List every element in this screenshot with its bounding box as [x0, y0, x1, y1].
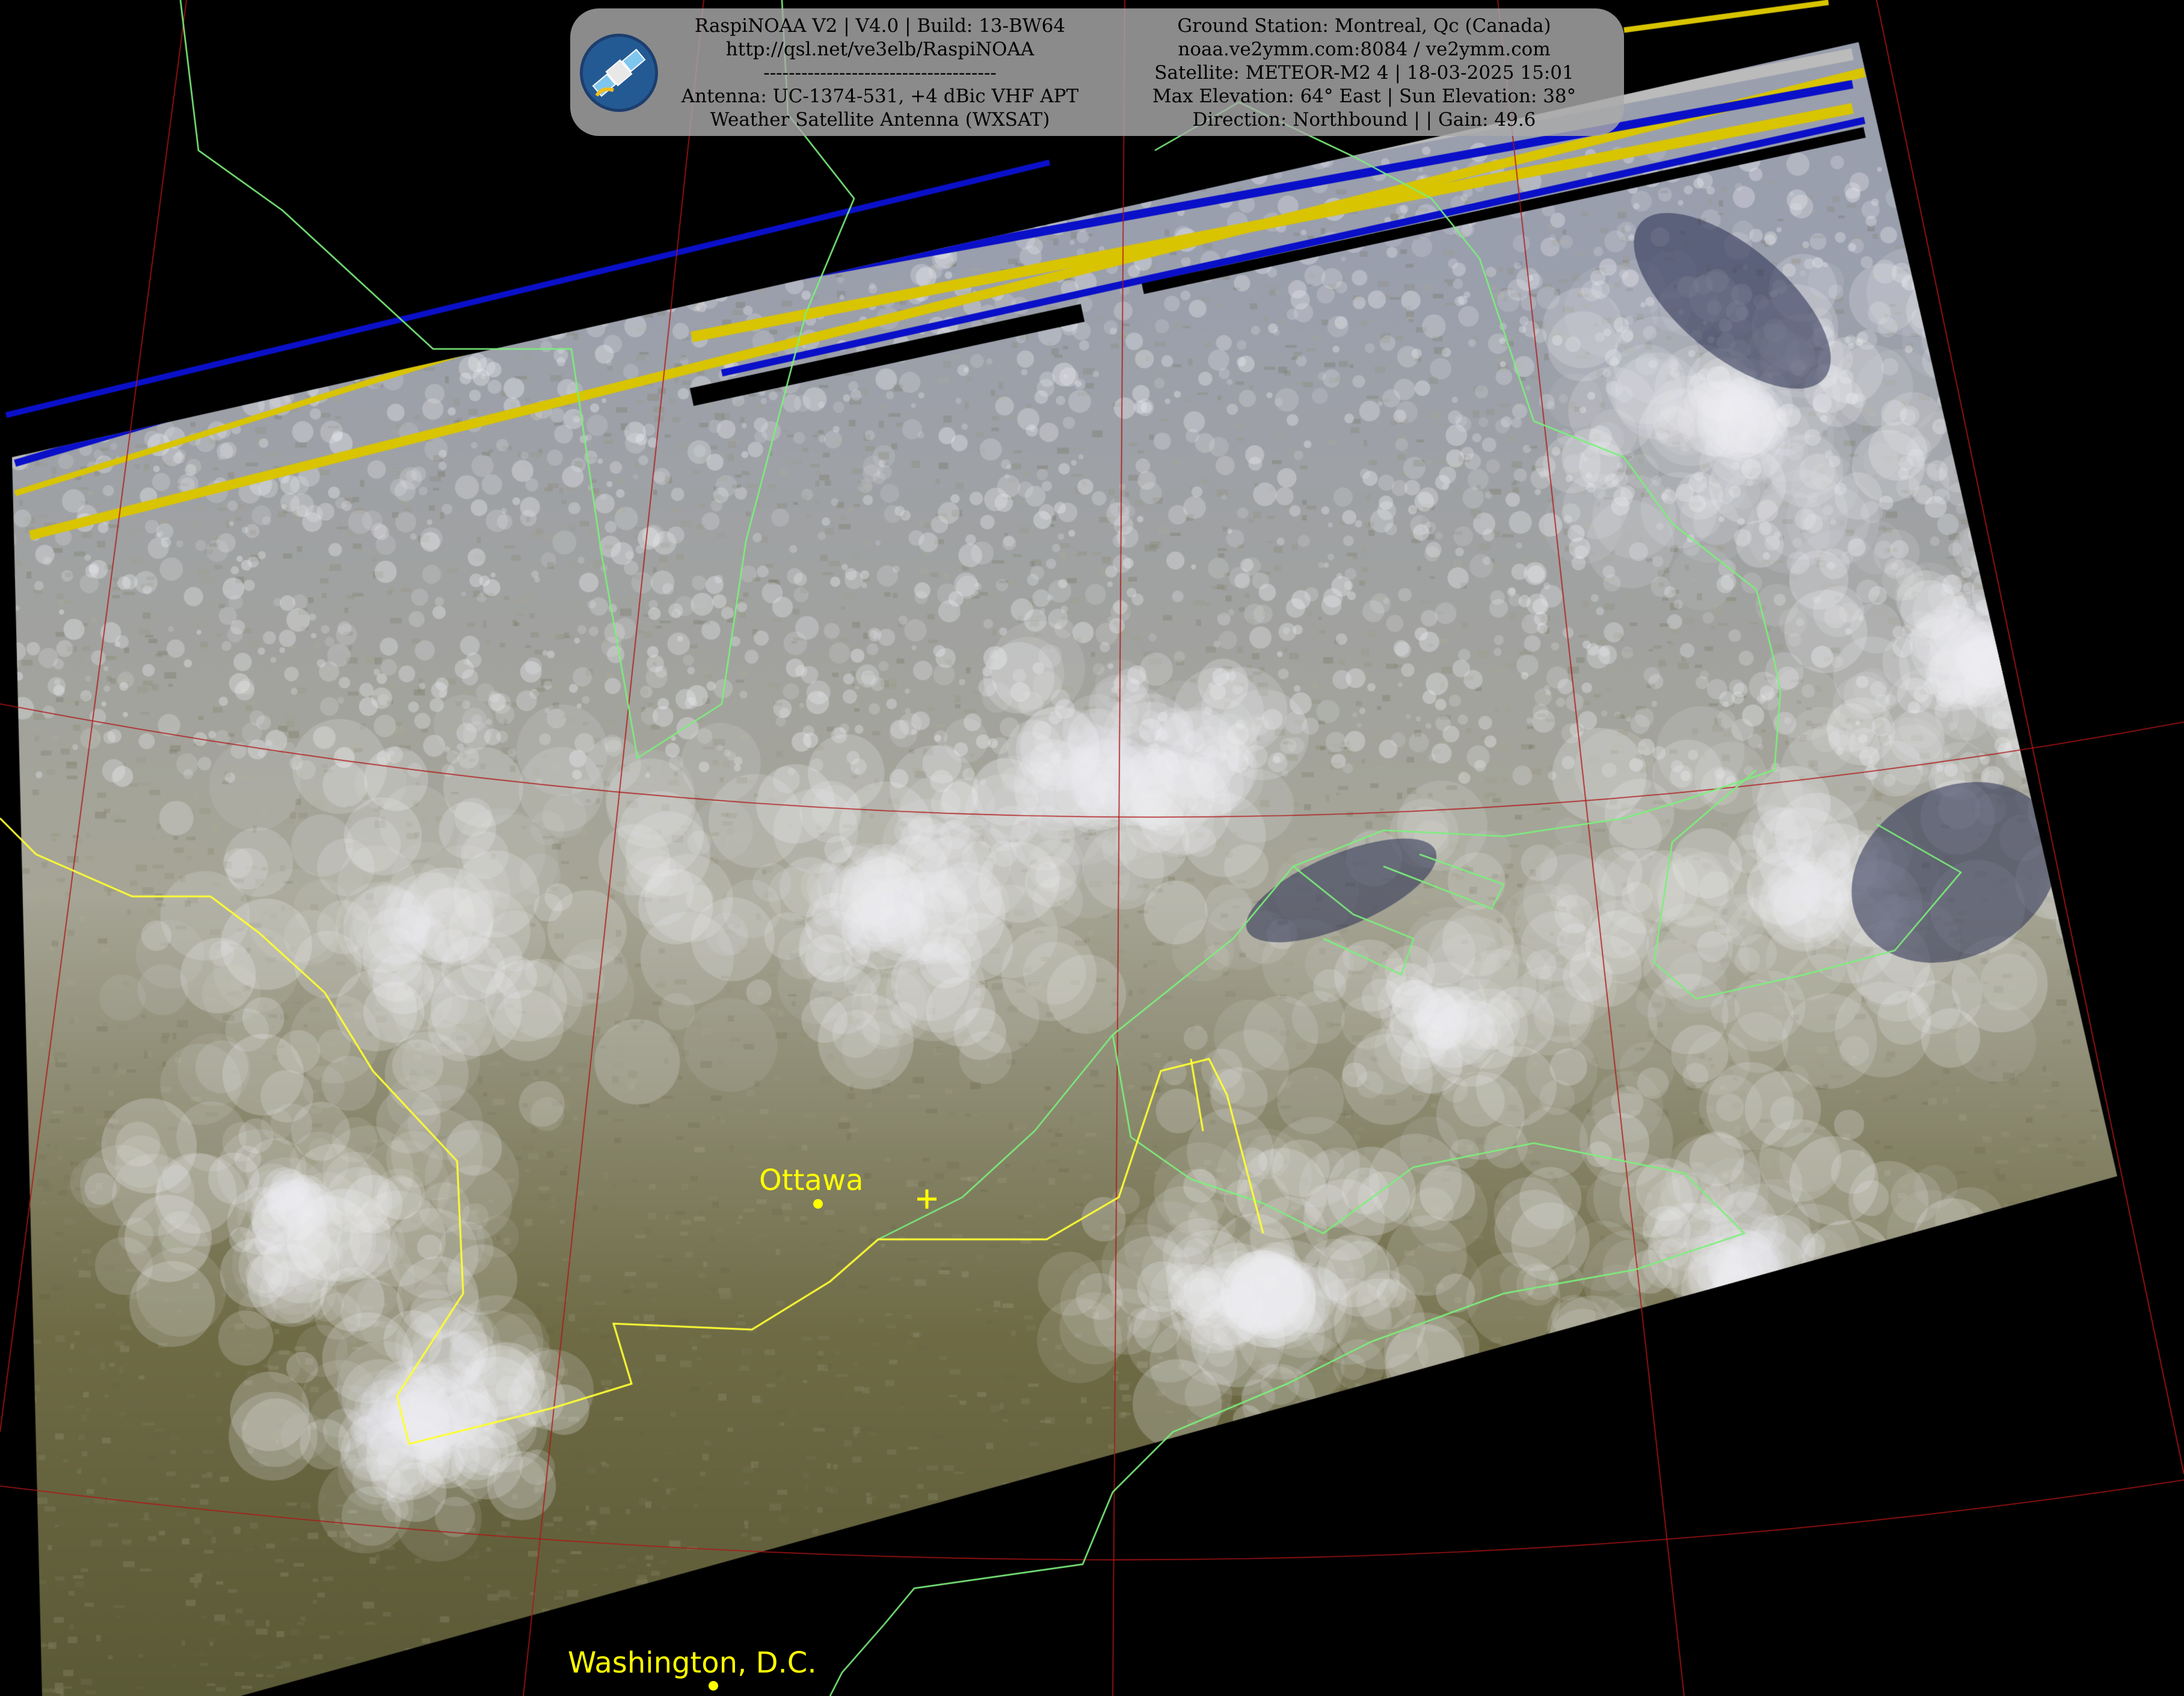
satellite-icon: [580, 34, 658, 112]
header-left-line: Antenna: UC-1374-531, +4 dBic VHF APT: [681, 85, 1079, 107]
header-right-line: Direction: Northbound | | Gain: 49.6: [1192, 109, 1536, 131]
city-label-ottawa: Ottawa: [759, 1164, 864, 1197]
city-dot-ottawa: [813, 1199, 823, 1209]
header-left-column: RaspiNOAA V2 | V4.0 | Build: 13-BW64 htt…: [654, 14, 1106, 132]
header-left-line: http://qsl.net/ve3elb/RaspiNOAA: [725, 39, 1035, 60]
header-left-line: RaspiNOAA V2 | V4.0 | Build: 13-BW64: [694, 15, 1066, 37]
header-right-line: Satellite: METEOR-M2 4 | 18-03-2025 15:0…: [1154, 62, 1574, 84]
header-right-line: Max Elevation: 64° East | Sun Elevation:…: [1152, 85, 1576, 107]
satellite-image: [0, 0, 2184, 1696]
header-right-line: Ground Station: Montreal, Qc (Canada): [1177, 15, 1551, 37]
header-left-line: Weather Satellite Antenna (WXSAT): [710, 109, 1050, 131]
city-label-washington: Washington, D.C.: [568, 1646, 817, 1680]
crosshair-plus-icon: [917, 1189, 937, 1209]
city-dot-washington: [709, 1681, 718, 1691]
info-overlay: RaspiNOAA V2 | V4.0 | Build: 13-BW64 htt…: [570, 8, 1624, 136]
header-right-line: noaa.ve2ymm.com:8084 / ve2ymm.com: [1178, 39, 1551, 60]
header-right-column: Ground Station: Montreal, Qc (Canada) no…: [1112, 14, 1617, 132]
header-left-line: -------------------------------------: [763, 62, 997, 84]
